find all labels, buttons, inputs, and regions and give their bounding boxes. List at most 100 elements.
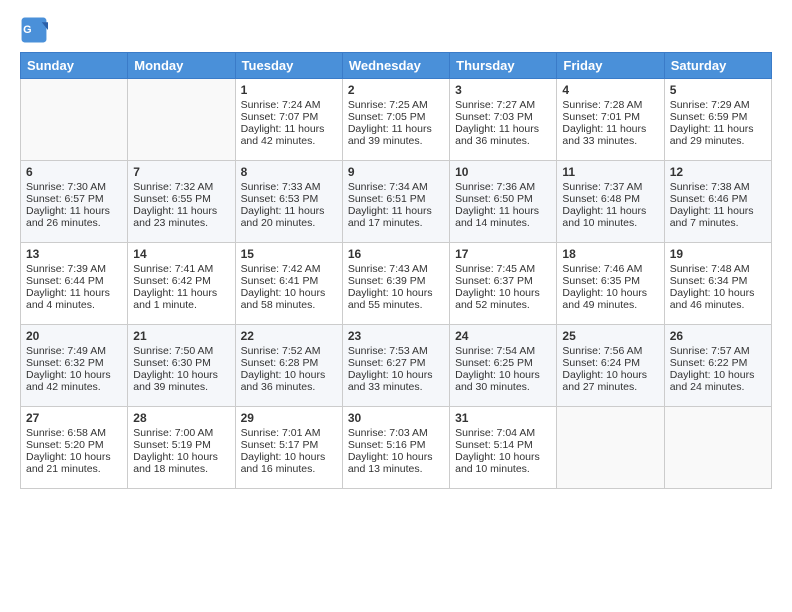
logo: G [20,16,50,44]
day-info: Sunrise: 7:24 AM [241,99,337,111]
day-number: 7 [133,165,229,179]
day-info: Daylight: 11 hours and 33 minutes. [562,123,658,147]
day-number: 4 [562,83,658,97]
day-info: Sunrise: 7:52 AM [241,345,337,357]
day-info: Sunrise: 7:34 AM [348,181,444,193]
day-info: Sunset: 5:17 PM [241,439,337,451]
day-number: 26 [670,329,766,343]
day-info: Sunset: 6:50 PM [455,193,551,205]
day-info: Sunrise: 6:58 AM [26,427,122,439]
day-info: Sunset: 5:20 PM [26,439,122,451]
day-info: Daylight: 10 hours and 46 minutes. [670,287,766,311]
calendar-week-3: 13Sunrise: 7:39 AMSunset: 6:44 PMDayligh… [21,243,772,325]
day-info: Sunset: 7:01 PM [562,111,658,123]
calendar-cell: 9Sunrise: 7:34 AMSunset: 6:51 PMDaylight… [342,161,449,243]
calendar-cell: 17Sunrise: 7:45 AMSunset: 6:37 PMDayligh… [450,243,557,325]
day-info: Daylight: 10 hours and 36 minutes. [241,369,337,393]
day-info: Daylight: 10 hours and 42 minutes. [26,369,122,393]
calendar-header-thursday: Thursday [450,53,557,79]
day-info: Sunset: 6:55 PM [133,193,229,205]
header: G [20,16,772,44]
calendar-week-5: 27 Sunrise: 6:58 AMSunset: 5:20 PM Dayligh… [21,407,772,489]
day-info: Daylight: 11 hours and 42 minutes. [241,123,337,147]
day-info: Daylight: 10 hours and 13 minutes. [348,451,444,475]
calendar-cell: 25Sunrise: 7:56 AMSunset: 6:24 PMDayligh… [557,325,664,407]
page: G SundayMondayTuesdayWednesdayThursdayFr… [0,0,792,499]
day-info: Sunrise: 7:39 AM [26,263,122,275]
calendar-cell: 1Sunrise: 7:24 AMSunset: 7:07 PMDaylight… [235,79,342,161]
day-info: Sunrise: 7:57 AM [670,345,766,357]
day-number: 11 [562,165,658,179]
day-number: 31 [455,411,551,425]
day-number: 6 [26,165,122,179]
calendar-cell: 22Sunrise: 7:52 AMSunset: 6:28 PMDayligh… [235,325,342,407]
calendar-cell: 10Sunrise: 7:36 AMSunset: 6:50 PMDayligh… [450,161,557,243]
calendar-week-2: 6Sunrise: 7:30 AMSunset: 6:57 PMDaylight… [21,161,772,243]
day-info: Sunset: 7:07 PM [241,111,337,123]
day-info: Sunrise: 7:29 AM [670,99,766,111]
day-info: Sunset: 6:59 PM [670,111,766,123]
day-number: 16 [348,247,444,261]
day-info: Daylight: 10 hours and 27 minutes. [562,369,658,393]
day-info: Daylight: 10 hours and 24 minutes. [670,369,766,393]
calendar-cell: 19Sunrise: 7:48 AMSunset: 6:34 PMDayligh… [664,243,771,325]
day-number: 21 [133,329,229,343]
day-number: 5 [670,83,766,97]
day-info: Sunset: 6:22 PM [670,357,766,369]
day-info: Sunset: 6:28 PM [241,357,337,369]
day-number: 29 [241,411,337,425]
day-info: Sunset: 6:53 PM [241,193,337,205]
day-info: Sunrise: 7:48 AM [670,263,766,275]
calendar-cell: 18Sunrise: 7:46 AMSunset: 6:35 PMDayligh… [557,243,664,325]
day-number: 28 [133,411,229,425]
calendar-header-sunday: Sunday [21,53,128,79]
calendar-cell: 30Sunrise: 7:03 AMSunset: 5:16 PMDayligh… [342,407,449,489]
calendar-week-4: 20Sunrise: 7:49 AMSunset: 6:32 PMDayligh… [21,325,772,407]
day-info: Sunrise: 7:04 AM [455,427,551,439]
day-info: Daylight: 10 hours and 52 minutes. [455,287,551,311]
day-info: Daylight: 11 hours and 14 minutes. [455,205,551,229]
day-info: Sunrise: 7:54 AM [455,345,551,357]
calendar-cell: 23Sunrise: 7:53 AMSunset: 6:27 PMDayligh… [342,325,449,407]
day-info: Sunrise: 7:28 AM [562,99,658,111]
day-info: Sunrise: 7:56 AM [562,345,658,357]
day-info: Sunrise: 7:37 AM [562,181,658,193]
calendar-header-tuesday: Tuesday [235,53,342,79]
day-info: Sunset: 6:35 PM [562,275,658,287]
calendar-header-row: SundayMondayTuesdayWednesdayThursdayFrid… [21,53,772,79]
calendar-cell: 4 Sunrise: 7:28 AMSunset: 7:01 PMDaylight… [557,79,664,161]
calendar-cell: 21Sunrise: 7:50 AMSunset: 6:30 PMDayligh… [128,325,235,407]
day-info: Sunset: 6:37 PM [455,275,551,287]
day-info: Sunrise: 7:03 AM [348,427,444,439]
day-info: Sunset: 6:25 PM [455,357,551,369]
day-number: 30 [348,411,444,425]
calendar-cell: 11Sunrise: 7:37 AMSunset: 6:48 PMDayligh… [557,161,664,243]
day-number: 24 [455,329,551,343]
day-info: Sunset: 6:27 PM [348,357,444,369]
day-info: Daylight: 10 hours and 16 minutes. [241,451,337,475]
calendar-cell: 20Sunrise: 7:49 AMSunset: 6:32 PMDayligh… [21,325,128,407]
day-number: 12 [670,165,766,179]
day-info: Daylight: 11 hours and 20 minutes. [241,205,337,229]
day-number: 8 [241,165,337,179]
day-info: Sunrise: 7:38 AM [670,181,766,193]
calendar-cell: 6Sunrise: 7:30 AMSunset: 6:57 PMDaylight… [21,161,128,243]
calendar-cell [557,407,664,489]
day-number: 3 [455,83,551,97]
day-info: Sunset: 6:44 PM [26,275,122,287]
day-info: Sunset: 6:42 PM [133,275,229,287]
day-number: 20 [26,329,122,343]
calendar-cell: 31Sunrise: 7:04 AMSunset: 5:14 PMDayligh… [450,407,557,489]
day-number: 9 [348,165,444,179]
calendar-cell: 29 Sunrise: 7:01 AMSunset: 5:17 PMDayligh… [235,407,342,489]
day-info: Daylight: 11 hours and 23 minutes. [133,205,229,229]
day-info: Sunrise: 7:27 AM [455,99,551,111]
day-number: 27 [26,411,122,425]
calendar-cell: 15Sunrise: 7:42 AMSunset: 6:41 PMDayligh… [235,243,342,325]
calendar-cell: 28Sunrise: 7:00 AMSunset: 5:19 PMDayligh… [128,407,235,489]
day-info: Sunrise: 7:01 AM [241,427,337,439]
calendar-cell: 2Sunrise: 7:25 AMSunset: 7:05 PMDaylight… [342,79,449,161]
calendar-cell: 14Sunrise: 7:41 AMSunset: 6:42 PMDayligh… [128,243,235,325]
day-info: Sunrise: 7:53 AM [348,345,444,357]
logo-icon: G [20,16,48,44]
